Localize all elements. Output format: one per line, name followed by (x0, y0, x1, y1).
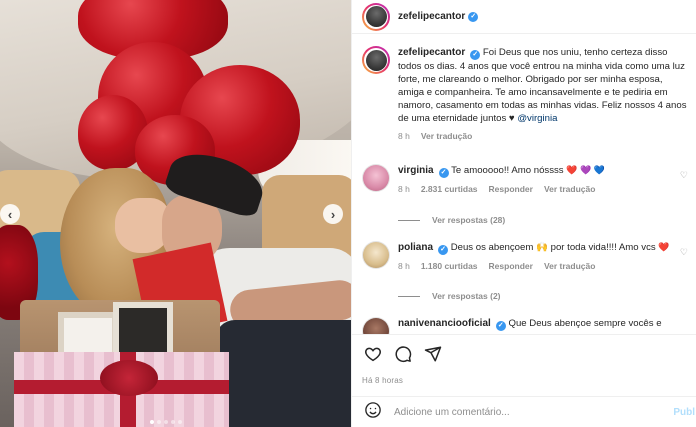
caption-mention[interactable]: @virginia (517, 113, 557, 124)
comment-item: nanivenanciooficial ✓ Que Deus abençoe se… (362, 317, 692, 334)
avatar[interactable] (362, 317, 390, 334)
heart-icon[interactable] (363, 344, 383, 364)
reply-button[interactable]: Responder (489, 260, 533, 273)
comment-likes[interactable]: 1.180 curtidas (421, 260, 478, 273)
comment-like-icon[interactable]: ♡ (680, 247, 688, 258)
comment-emoji: ❤️ 💜 💙 (566, 165, 605, 175)
post-photo[interactable]: ‹ › (0, 0, 351, 427)
carousel-dots (150, 420, 182, 424)
avatar[interactable] (362, 164, 390, 192)
view-replies-label: Ver respostas (28) (432, 215, 506, 225)
carousel-dot (157, 420, 161, 424)
comment-username[interactable]: poliana (398, 242, 433, 253)
avatar[interactable] (362, 241, 390, 269)
caption: zefelipecantor ✓ Foi Deus que nos uniu, t… (362, 46, 692, 143)
comment-emoji: ❤️ (658, 242, 670, 252)
verified-badge-icon: ✓ (468, 11, 479, 22)
carousel-dot (178, 420, 182, 424)
see-translation-link[interactable]: Ver tradução (544, 260, 596, 273)
trousers (215, 320, 351, 427)
comment-input[interactable] (394, 406, 654, 418)
carousel-dot (150, 420, 154, 424)
chevron-left-icon[interactable]: ‹ (0, 204, 20, 224)
carousel-dot (171, 420, 175, 424)
view-replies-button[interactable]: Ver respostas (28) (398, 215, 505, 225)
avatar[interactable] (362, 2, 390, 31)
see-translation-link[interactable]: Ver tradução (421, 130, 473, 143)
comment-username[interactable]: virginia (398, 165, 434, 176)
caption-time: 8 h (398, 131, 410, 141)
verified-badge-icon: ✓ (438, 245, 449, 255)
chevron-right-icon[interactable]: › (323, 204, 343, 224)
comment-like-icon[interactable]: ♡ (680, 170, 688, 181)
caption-username[interactable]: zefelipecantor (398, 47, 465, 58)
publish-button[interactable]: Publ (673, 407, 695, 418)
comment-likes[interactable]: 2.831 curtidas (421, 183, 478, 196)
comments-list[interactable]: zefelipecantor ✓ Foi Deus que nos uniu, t… (352, 34, 696, 334)
carousel-dot (164, 420, 168, 424)
author-username[interactable]: zefelipecantor (398, 11, 465, 22)
add-comment-bar: Publ (352, 396, 696, 427)
see-translation-link[interactable]: Ver tradução (544, 183, 596, 196)
emoji-icon[interactable] (364, 401, 382, 424)
reply-button[interactable]: Responder (489, 183, 533, 196)
comment-text: Deus os abençoem 🙌 por toda vida!!!! Amo… (450, 242, 656, 253)
comment-text: Que Deus abençoe sempre vocês e (508, 318, 662, 329)
comment-item: poliana ✓ Deus os abençoem 🙌 por toda vid… (362, 241, 692, 273)
action-bar (352, 334, 696, 374)
post-header: zefelipecantor ✓ (352, 0, 696, 34)
comment-item: virginia ✓ Te amooooo!! Amo nóssss ❤️ 💜 💙… (362, 164, 692, 196)
comment-icon[interactable] (393, 344, 413, 364)
comment-time: 8 h (398, 261, 410, 271)
comment-time: 8 h (398, 184, 410, 194)
post-timestamp: Há 8 horas (362, 376, 404, 385)
post-side-panel: zefelipecantor ✓ zefelipecantor ✓ Foi Deu… (351, 0, 696, 427)
comment-username[interactable]: nanivenanciooficial (398, 318, 491, 329)
verified-badge-icon: ✓ (470, 50, 481, 60)
verified-badge-icon: ✓ (495, 321, 506, 331)
comment-text: Te amooooo!! Amo nóssss (451, 165, 564, 176)
view-replies-button[interactable]: Ver respostas (2) (398, 291, 501, 301)
ribbon-bow (100, 360, 158, 396)
share-icon[interactable] (423, 344, 443, 364)
view-replies-label: Ver respostas (2) (432, 291, 501, 301)
verified-badge-icon: ✓ (438, 168, 449, 178)
avatar[interactable] (362, 46, 390, 74)
